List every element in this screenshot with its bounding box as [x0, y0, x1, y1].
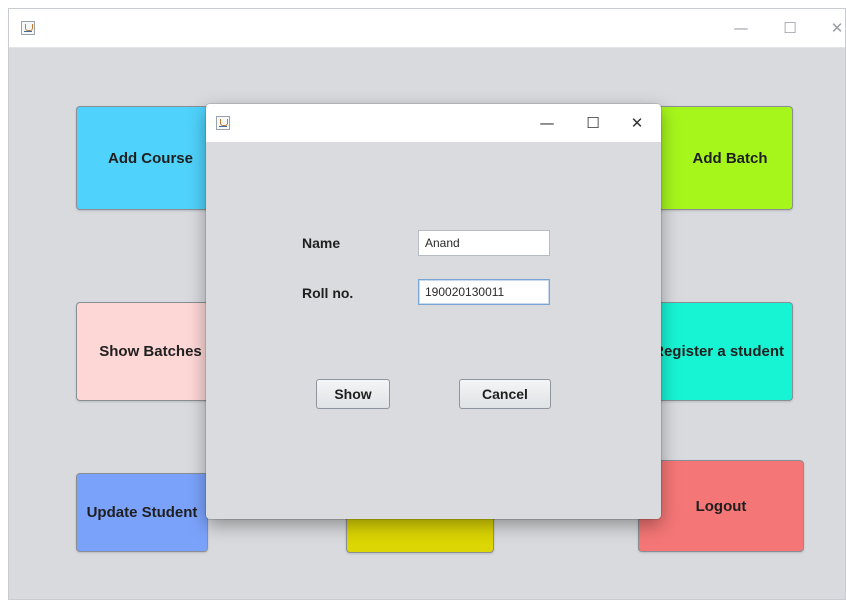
show-batches-button[interactable]: Show Batches	[76, 302, 225, 401]
java-app-icon	[216, 116, 230, 130]
maximize-icon[interactable]: ☐	[777, 17, 803, 39]
roll-no-field[interactable]: 190020130011	[418, 279, 550, 305]
name-field[interactable]: Anand	[418, 230, 550, 256]
show-button[interactable]: Show	[316, 379, 390, 409]
show-button-label: Show	[334, 386, 372, 402]
update-student-button[interactable]: Update Student	[76, 473, 208, 552]
main-titlebar: — ☐ ✕	[9, 9, 845, 48]
name-label: Name	[302, 235, 341, 251]
add-batch-label: Add Batch	[692, 149, 768, 167]
roll-no-label: Roll no.	[302, 285, 354, 301]
logout-button[interactable]: Logout	[638, 460, 804, 552]
maximize-icon[interactable]: ☐	[580, 112, 606, 134]
close-icon[interactable]: ✕	[824, 17, 846, 39]
java-app-icon	[21, 21, 35, 35]
minimize-icon[interactable]: —	[728, 17, 754, 39]
dialog-titlebar: — ☐ ✕	[206, 104, 661, 142]
register-student-label: Register a student	[653, 343, 784, 360]
cancel-button-label: Cancel	[482, 386, 528, 402]
cancel-button[interactable]: Cancel	[459, 379, 551, 409]
close-icon[interactable]: ✕	[624, 112, 650, 134]
show-batches-label: Show Batches	[99, 343, 202, 360]
add-course-button[interactable]: Add Course	[76, 106, 225, 210]
minimize-icon[interactable]: —	[534, 112, 560, 134]
student-dialog: — ☐ ✕ Name Anand Roll no. 190020130011 S…	[206, 104, 661, 519]
update-student-label: Update Student	[86, 504, 198, 521]
add-course-label: Add Course	[107, 149, 193, 167]
logout-label: Logout	[695, 497, 747, 515]
